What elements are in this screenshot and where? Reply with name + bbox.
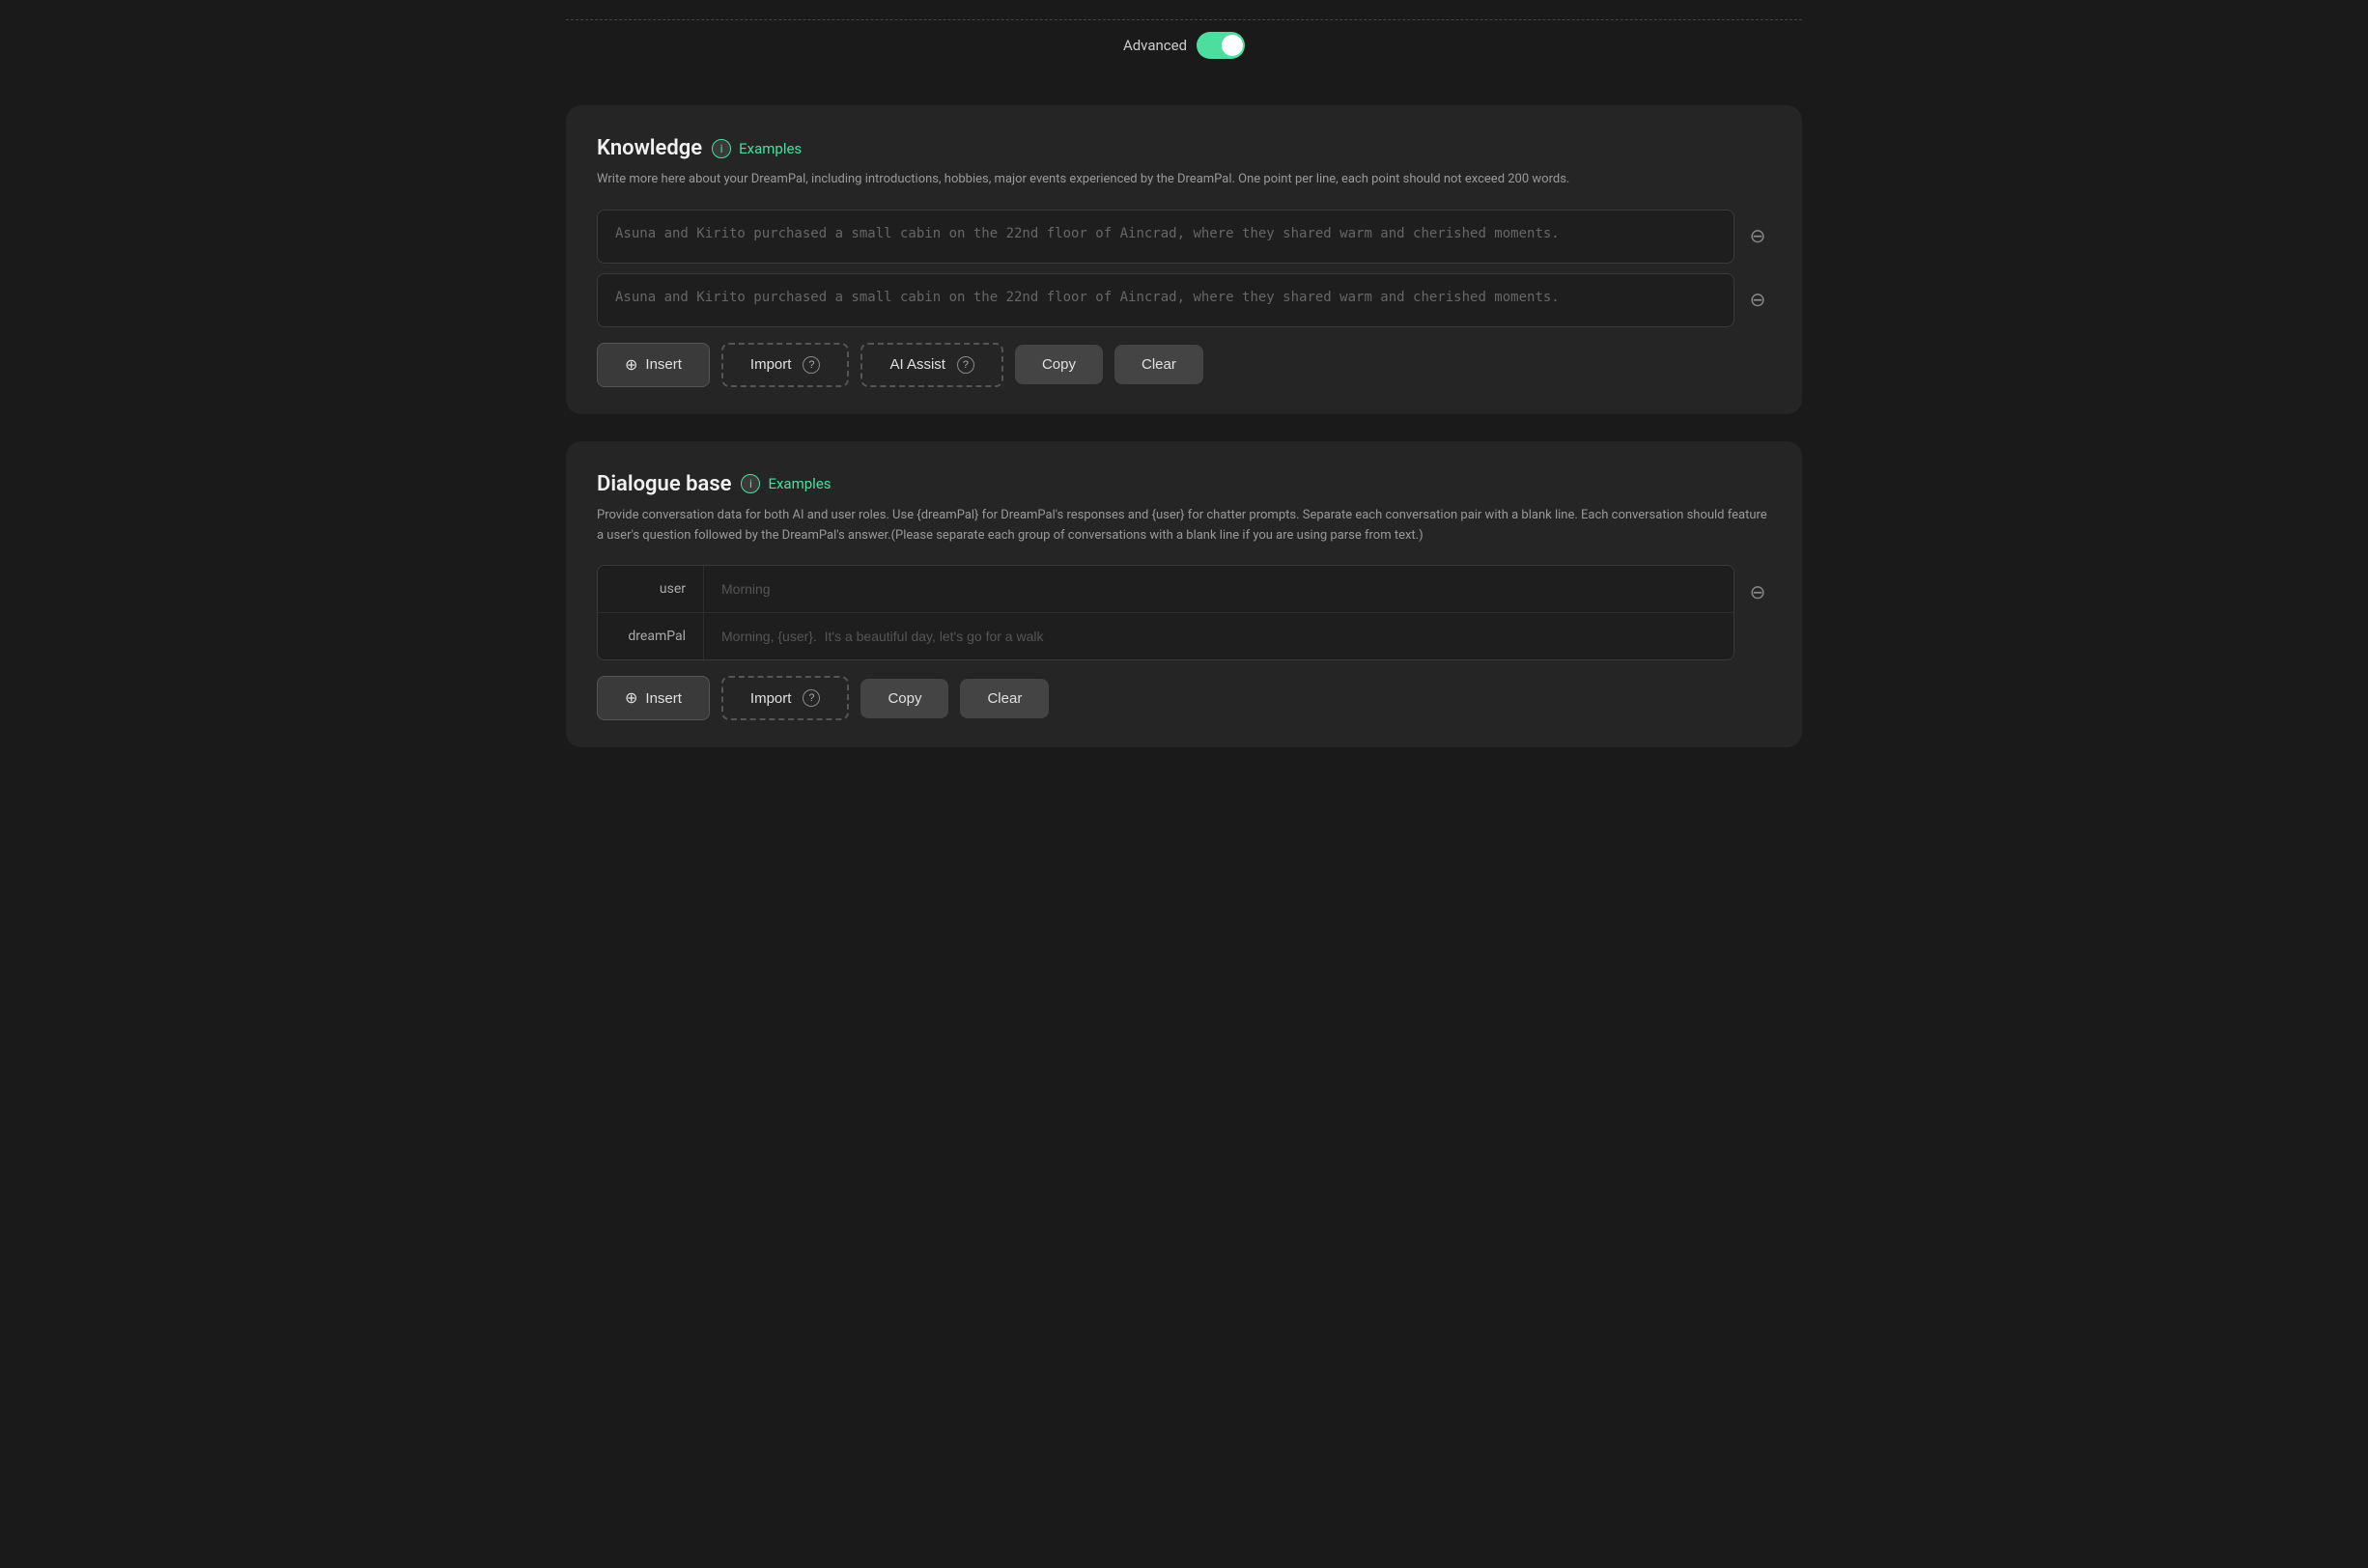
dialogue-grid: user dreamPal (597, 565, 1734, 660)
advanced-bar: Advanced (566, 19, 1802, 82)
knowledge-remove-btn-1[interactable]: ⊖ (1744, 287, 1771, 314)
import-help-icon: ? (803, 356, 820, 374)
knowledge-buttons-row: ⊕ Insert Import ? AI Assist ? Copy Clear (597, 343, 1771, 387)
knowledge-description: Write more here about your DreamPal, inc… (597, 170, 1771, 190)
knowledge-input-1[interactable] (597, 273, 1734, 327)
dialogue-grid-wrapper: user dreamPal ⊖ (597, 565, 1771, 660)
dialogue-base-header: Dialogue base i Examples (597, 472, 1771, 496)
knowledge-input-row-1: ⊖ (597, 273, 1771, 327)
ai-assist-help-icon: ? (957, 356, 974, 374)
dialogue-dreampal-input[interactable] (704, 613, 1734, 659)
knowledge-input-row-0: ⊖ (597, 210, 1771, 264)
dialogue-row-dreampal: dreamPal (598, 613, 1734, 659)
dialogue-insert-button[interactable]: ⊕ Insert (597, 676, 710, 720)
advanced-label: Advanced (1123, 37, 1187, 54)
plus-icon-dialogue: ⊕ (625, 688, 637, 708)
minus-circle-icon-0: ⊖ (1750, 224, 1766, 248)
dialogue-clear-button[interactable]: Clear (960, 679, 1049, 718)
dialogue-base-description: Provide conversation data for both AI an… (597, 506, 1771, 546)
knowledge-insert-button[interactable]: ⊕ Insert (597, 343, 710, 387)
dialogue-remove-btn[interactable]: ⊖ (1744, 578, 1771, 605)
dialogue-info-icon[interactable]: i (741, 474, 760, 493)
dialogue-user-input[interactable] (704, 566, 1734, 612)
dialogue-base-title: Dialogue base (597, 472, 731, 496)
plus-icon-knowledge: ⊕ (625, 355, 637, 375)
knowledge-import-button[interactable]: Import ? (721, 343, 850, 387)
knowledge-input-0[interactable] (597, 210, 1734, 264)
knowledge-info-icon[interactable]: i (712, 139, 731, 158)
advanced-toggle[interactable] (1197, 32, 1245, 59)
dialogue-buttons-row: ⊕ Insert Import ? Copy Clear (597, 676, 1771, 720)
knowledge-section: Knowledge i Examples Write more here abo… (566, 105, 1802, 414)
dialogue-dreampal-label: dreamPal (598, 613, 704, 659)
knowledge-title: Knowledge (597, 136, 702, 160)
knowledge-examples-link[interactable]: Examples (739, 140, 802, 157)
dialogue-user-label: user (598, 566, 704, 612)
dialogue-copy-button[interactable]: Copy (860, 679, 948, 718)
knowledge-clear-button[interactable]: Clear (1114, 345, 1203, 384)
knowledge-header: Knowledge i Examples (597, 136, 1771, 160)
dialogue-row-user: user (598, 566, 1734, 613)
knowledge-copy-button[interactable]: Copy (1015, 345, 1103, 384)
minus-circle-icon-dialogue: ⊖ (1750, 580, 1766, 604)
dialogue-import-button[interactable]: Import ? (721, 676, 850, 720)
knowledge-remove-btn-0[interactable]: ⊖ (1744, 223, 1771, 250)
dialogue-examples-link[interactable]: Examples (768, 475, 831, 492)
dialogue-base-section: Dialogue base i Examples Provide convers… (566, 441, 1802, 748)
dialogue-import-help-icon: ? (803, 689, 820, 707)
knowledge-ai-assist-button[interactable]: AI Assist ? (860, 343, 1003, 387)
minus-circle-icon-1: ⊖ (1750, 288, 1766, 312)
